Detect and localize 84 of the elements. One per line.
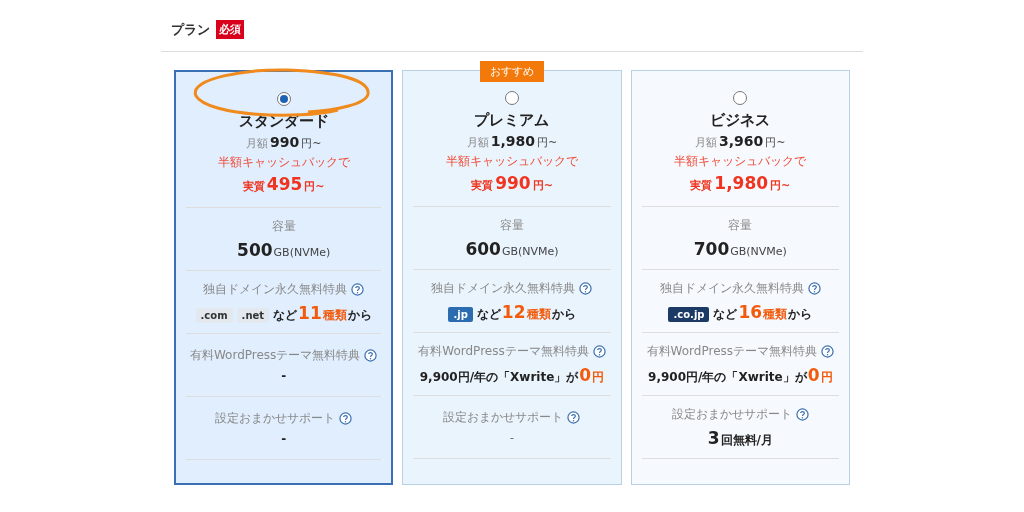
domain-tag: .com: [195, 307, 233, 323]
help-icon[interactable]: [821, 344, 835, 358]
price-label: 月額: [245, 136, 268, 151]
value-text: など: [713, 305, 738, 323]
price-label: 月額: [466, 135, 489, 150]
real-price: 990: [495, 173, 531, 193]
price-unit: 円~: [532, 178, 553, 193]
real-price-label: 実質: [471, 178, 494, 193]
value-text: 700: [693, 239, 730, 259]
feature-label: 有料WordPressテーマ無料特典: [418, 342, 589, 360]
plan-card[interactable]: ビジネス 月額 3,960 円~ 半額キャッシュバックで 実質 1,980 円~ 容量 700GB(NVMe) 独自ドメイン永久無料特典 .co.jp など 16種類から 有料WordPressテーマ無料特典 9,900円/年の「Xwrite」が0 円 設定おまかせサポート 3 回無料/月: [630, 70, 850, 485]
radio-button[interactable]: [505, 91, 519, 105]
value-text: 円: [820, 368, 833, 386]
help-icon[interactable]: [567, 411, 581, 424]
real-price: 495: [266, 174, 303, 194]
value-text: -: [509, 431, 515, 445]
help-icon[interactable]: [795, 407, 809, 421]
help-icon[interactable]: [351, 282, 365, 296]
feature-label: 独自ドメイン永久無料特典: [431, 279, 576, 297]
price-unit: 円~: [304, 179, 325, 194]
feature-label: 容量: [500, 217, 524, 234]
value-text: 種類: [526, 305, 551, 323]
help-icon[interactable]: [807, 281, 821, 295]
value-text: GB(NVMe): [273, 246, 331, 259]
domain-tag: .co.jp: [668, 306, 710, 322]
value-text: から: [788, 305, 813, 323]
value-text: GB(NVMe): [501, 245, 559, 258]
feature-label: 容量: [271, 218, 296, 235]
value-text: 600: [465, 239, 501, 259]
value-text: 種類: [322, 306, 347, 324]
price-unit: 円~: [765, 135, 786, 150]
value-text: 500: [237, 240, 273, 260]
plan-name: プレミアム: [474, 111, 550, 130]
value-text: など: [273, 306, 298, 324]
feature-label: 独自ドメイン永久無料特典: [659, 279, 804, 297]
feature-label: 有料WordPressテーマ無料特典: [646, 342, 818, 360]
feature-label: 独自ドメイン永久無料特典: [203, 280, 348, 298]
feature-label: 設定おまかせサポート: [443, 409, 564, 426]
section-title: プラン: [171, 20, 210, 39]
monthly-price: 990: [269, 134, 300, 150]
value-text: 回無料/月: [720, 431, 773, 449]
feature-label: 容量: [728, 217, 753, 234]
real-price: 1,980: [714, 173, 769, 193]
plan-name: ビジネス: [710, 111, 771, 130]
price-unit: 円~: [301, 136, 322, 151]
feature-label: 有料WordPressテーマ無料特典: [189, 347, 361, 364]
value-text: 3: [707, 427, 720, 448]
feature-label: 設定おまかせサポート: [215, 410, 336, 427]
value-text: 16: [738, 301, 763, 322]
help-icon[interactable]: [364, 349, 378, 362]
help-icon[interactable]: [339, 412, 353, 425]
cashback-text: 半額キャッシュバックで: [217, 154, 350, 171]
monthly-price: 1,980: [490, 133, 536, 149]
required-badge: 必須: [216, 20, 244, 39]
value-text: GB(NVMe): [730, 245, 787, 258]
price-unit: 円~: [537, 135, 558, 150]
price-label: 月額: [695, 135, 718, 150]
radio-button[interactable]: [276, 92, 291, 106]
value-text: 12: [501, 301, 526, 322]
recommended-badge: おすすめ: [480, 61, 544, 82]
domain-tag: .net: [236, 307, 270, 323]
value-text: 円: [592, 368, 605, 386]
value-text: 0: [579, 364, 592, 385]
price-unit: 円~: [770, 178, 791, 193]
radio-button[interactable]: [733, 91, 748, 105]
value-text: 11: [298, 302, 322, 323]
help-icon[interactable]: [579, 281, 593, 295]
value-text: など: [476, 305, 501, 323]
real-price-label: 実質: [242, 179, 265, 194]
monthly-price: 3,960: [719, 133, 764, 149]
real-price-label: 実質: [690, 178, 713, 193]
value-text: -: [281, 432, 287, 446]
value-text: から: [551, 305, 576, 323]
value-text: から: [347, 306, 372, 324]
help-icon[interactable]: [592, 344, 606, 358]
cashback-text: 半額キャッシュバックで: [674, 153, 807, 170]
value-text: 9,900円/年の「Xwrite」が: [419, 369, 579, 386]
feature-label: 設定おまかせサポート: [671, 405, 792, 423]
value-text: 9,900円/年の「Xwrite」が: [648, 369, 807, 386]
value-text: -: [281, 369, 287, 383]
value-text: 種類: [763, 305, 788, 323]
domain-tag: .jp: [448, 306, 473, 322]
cashback-text: 半額キャッシュバックで: [446, 153, 578, 170]
value-text: 0: [807, 364, 820, 385]
